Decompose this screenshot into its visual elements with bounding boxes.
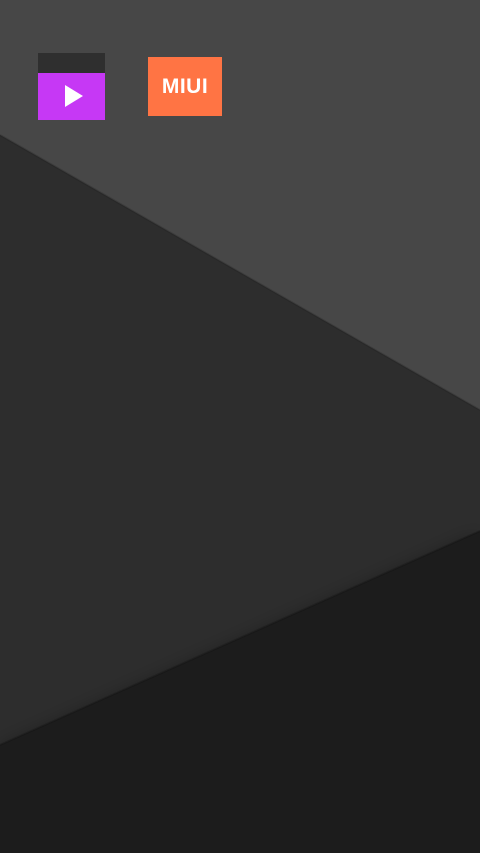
miui-app-icon[interactable]: MIUI — [148, 57, 222, 116]
video-player-app-icon[interactable] — [38, 53, 105, 120]
home-screen: MIUI — [0, 0, 480, 853]
play-icon — [65, 85, 83, 107]
video-player-icon-top-band — [38, 53, 105, 73]
miui-label: MIUI — [161, 75, 209, 98]
wallpaper — [0, 0, 480, 853]
